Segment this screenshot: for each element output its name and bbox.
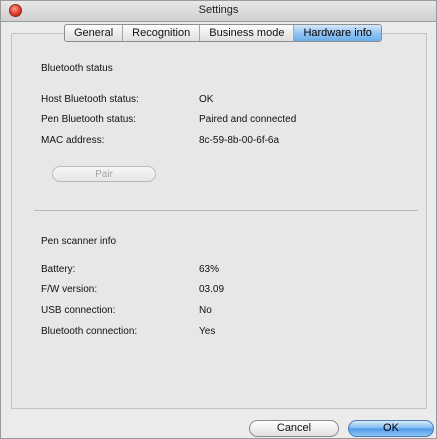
host-bluetooth-status-value: OK bbox=[199, 94, 214, 105]
tab-recognition[interactable]: Recognition bbox=[123, 25, 201, 41]
tab-hardware-info[interactable]: Hardware info bbox=[294, 25, 381, 41]
ok-button[interactable]: OK bbox=[348, 420, 434, 437]
title-bar[interactable]: Settings bbox=[1, 1, 436, 22]
mac-address-label: MAC address: bbox=[41, 135, 105, 146]
section-divider bbox=[34, 210, 418, 211]
pen-bluetooth-status-value: Paired and connected bbox=[199, 114, 297, 125]
battery-label: Battery: bbox=[41, 264, 76, 275]
battery-value: 63% bbox=[199, 264, 220, 275]
bluetooth-connection-label: Bluetooth connection: bbox=[41, 326, 138, 337]
mac-address-value: 8c-59-8b-00-6f-6a bbox=[199, 135, 280, 146]
tab-business-mode[interactable]: Business mode bbox=[200, 25, 295, 41]
cancel-button[interactable]: Cancel bbox=[249, 420, 339, 437]
settings-tabs: General Recognition Business mode Hardwa… bbox=[64, 24, 382, 42]
bluetooth-connection-value: Yes bbox=[199, 326, 216, 337]
settings-window: Settings Bluetooth status Host Bluetooth… bbox=[0, 0, 437, 439]
window-title: Settings bbox=[198, 4, 239, 16]
pair-button[interactable]: Pair bbox=[52, 166, 156, 182]
pen-bluetooth-status-label: Pen Bluetooth status: bbox=[41, 114, 137, 125]
bluetooth-status-title: Bluetooth status bbox=[41, 63, 113, 74]
host-bluetooth-status-label: Host Bluetooth status: bbox=[41, 94, 139, 105]
fw-version-value: 03.09 bbox=[199, 284, 225, 295]
usb-connection-label: USB connection: bbox=[41, 305, 116, 316]
hardware-info-panel: Bluetooth status Host Bluetooth status: … bbox=[11, 33, 427, 409]
tab-general[interactable]: General bbox=[65, 25, 124, 41]
fw-version-label: F/W version: bbox=[41, 284, 98, 295]
pen-scanner-info-title: Pen scanner info bbox=[41, 236, 117, 247]
usb-connection-value: No bbox=[199, 305, 212, 316]
